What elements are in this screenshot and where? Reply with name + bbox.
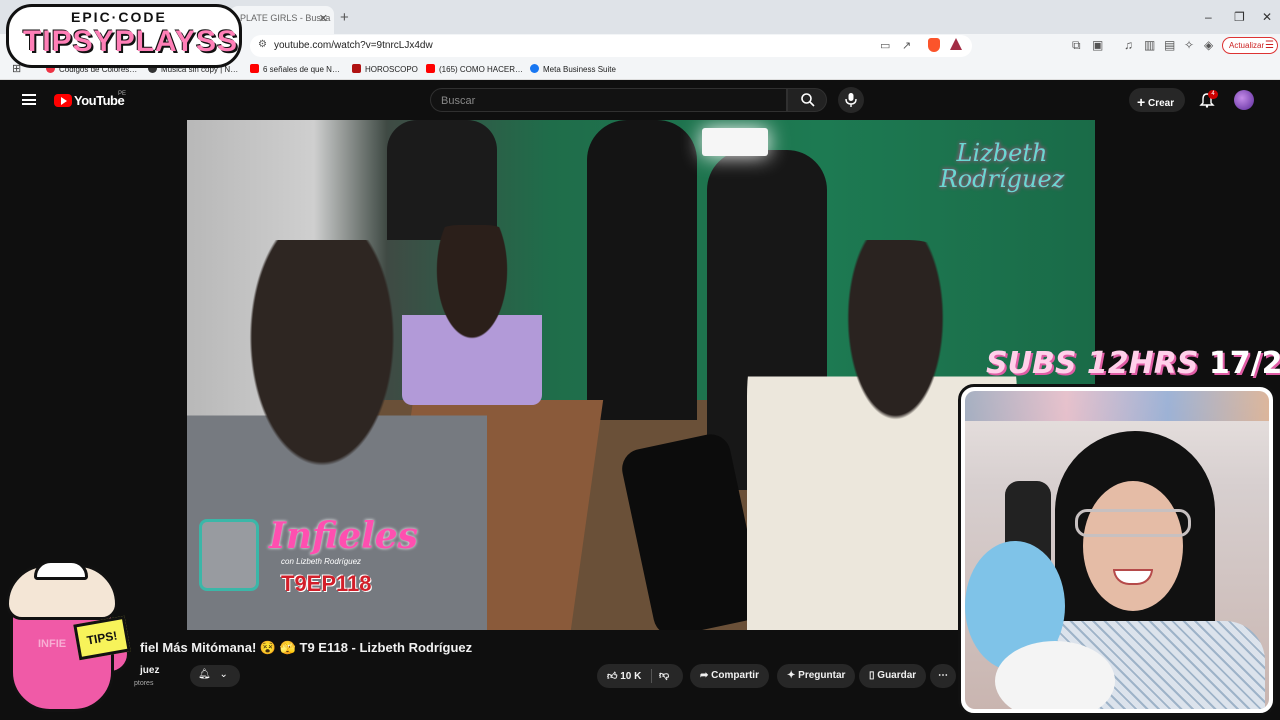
sub-goal-label: SUBS 12HRS bbox=[986, 346, 1199, 381]
notification-badge: 4 bbox=[1208, 90, 1218, 99]
meta-icon bbox=[530, 64, 539, 73]
search-input[interactable]: Buscar bbox=[430, 88, 787, 112]
bookmark-item[interactable]: 6 señales de que N… bbox=[250, 64, 340, 74]
video-brand-watermark: Lizbeth Rodríguez bbox=[939, 139, 1065, 193]
show-title: Infieles bbox=[269, 515, 418, 557]
create-label: Crear bbox=[1147, 98, 1175, 109]
share-label: Compartir bbox=[711, 670, 759, 681]
site-settings-icon[interactable]: ⚙ bbox=[258, 39, 267, 50]
share-icon[interactable]: ↗ bbox=[902, 39, 911, 52]
streamer-logo-top: EPIC·CODE bbox=[71, 9, 167, 25]
vpn-icon[interactable]: ◈ bbox=[1204, 38, 1213, 52]
dislike-button[interactable]: 👎︎ bbox=[659, 669, 669, 681]
play-icon bbox=[61, 97, 67, 105]
video-title: fiel Más Mitómana! 😵 🫣 T9 E118 - Lizbeth… bbox=[140, 640, 473, 655]
url-box[interactable]: ⚙ youtube.com/watch?v=9tnrcLJx4dw ▭ ↗ bbox=[250, 35, 972, 57]
subscription-bell-button[interactable]: 🔔︎ ⌄ bbox=[190, 665, 240, 687]
like-dislike-group: 👍︎ 10 K 👎︎ bbox=[597, 664, 683, 688]
mascot-cat-ears bbox=[34, 560, 88, 580]
wallet-icon[interactable]: ▣ bbox=[1092, 38, 1103, 52]
update-button[interactable]: Actualizar ☰ bbox=[1222, 37, 1278, 54]
youtube-header: YouTube PE Buscar + Crear 4 bbox=[0, 82, 1280, 118]
youtube-icon bbox=[426, 64, 435, 73]
wallet2-icon[interactable]: ▤ bbox=[1164, 38, 1175, 52]
phone-magnifier-icon bbox=[199, 519, 259, 591]
browser-tab[interactable]: PLATE GIRLS - Busca ✕ bbox=[230, 6, 334, 34]
music-icon[interactable]: ♫ bbox=[1124, 38, 1133, 52]
channel-subscribers: ptores bbox=[134, 680, 154, 687]
video-scene-crew bbox=[387, 120, 497, 240]
search-button[interactable] bbox=[787, 88, 827, 112]
more-actions-button[interactable]: ⋯ bbox=[930, 664, 956, 688]
tab-title: PLATE GIRLS - Busca bbox=[240, 13, 331, 23]
menu-icon: ☰ bbox=[1265, 40, 1274, 51]
tab-close-icon[interactable]: ✕ bbox=[319, 12, 328, 25]
save-button[interactable]: ▯ Guardar bbox=[859, 664, 927, 688]
webcam-person-glasses bbox=[1075, 509, 1191, 537]
ask-button[interactable]: ✦ Preguntar bbox=[777, 664, 856, 688]
new-tab-icon[interactable]: + bbox=[340, 9, 349, 26]
video-scene-light bbox=[702, 128, 768, 156]
show-logo: Infieles con Lizbeth Rodríguez T9EP118 bbox=[199, 515, 418, 610]
update-label: Actualizar bbox=[1229, 41, 1265, 50]
webcam-person-face bbox=[1083, 481, 1183, 611]
chevron-down-icon: ⌄ bbox=[219, 669, 228, 680]
channel-name[interactable]: juez bbox=[140, 665, 159, 676]
bookmark-icon bbox=[352, 64, 361, 73]
bookmark-item[interactable]: Meta Business Suite bbox=[530, 64, 616, 74]
sub-goal-count: 17/25 bbox=[1208, 346, 1280, 381]
url-text[interactable]: youtube.com/watch?v=9tnrcLJx4dw bbox=[274, 40, 433, 51]
like-count: 10 K bbox=[620, 671, 642, 682]
create-button[interactable]: + Crear bbox=[1129, 88, 1185, 112]
bell-icon: 🔔︎ bbox=[198, 669, 211, 680]
bookmark-item[interactable]: (165) COMO HACER… bbox=[426, 64, 523, 74]
bookmark-icon: ▯ bbox=[869, 670, 875, 681]
youtube-icon bbox=[250, 64, 259, 73]
rewards-icon[interactable] bbox=[950, 38, 962, 50]
sub-goal-counter: SUBS 12HRS 17/25 bbox=[986, 346, 1280, 381]
webcam-shelf bbox=[965, 391, 1269, 421]
webcam-feed bbox=[965, 391, 1269, 709]
close-window-icon[interactable]: ✕ bbox=[1262, 10, 1272, 24]
thumbs-up-icon: 👍︎ bbox=[607, 671, 618, 682]
cast-icon[interactable]: ▭ bbox=[880, 39, 890, 52]
avatar[interactable] bbox=[1234, 90, 1254, 110]
video-scene-crew bbox=[587, 120, 697, 420]
streamer-logo: EPIC·CODE TIPSYPLAYSS bbox=[6, 4, 242, 68]
save-label: Guardar bbox=[877, 670, 917, 681]
youtube-logo-text[interactable]: YouTube bbox=[74, 93, 125, 108]
extensions-icon[interactable]: ⧉ bbox=[1072, 38, 1081, 53]
show-subtitle: con Lizbeth Rodríguez bbox=[281, 557, 362, 566]
region-code: PE bbox=[118, 91, 127, 97]
search-placeholder: Buscar bbox=[441, 95, 476, 107]
minimize-icon[interactable]: – bbox=[1205, 10, 1212, 24]
sidebar-icon[interactable]: ▥ bbox=[1144, 38, 1155, 52]
plus-icon: + bbox=[1137, 94, 1146, 110]
episode-badge: T9EP118 bbox=[281, 571, 372, 596]
microphone-icon bbox=[845, 93, 857, 107]
like-button[interactable]: 👍︎ 10 K bbox=[607, 671, 641, 682]
search-icon bbox=[801, 93, 815, 107]
streamer-logo-main: TIPSYPLAYSS bbox=[23, 25, 238, 58]
share-arrow-icon: ➦ bbox=[700, 670, 709, 681]
mascot-hidden-text: INFIE bbox=[38, 638, 67, 650]
menu-icon[interactable] bbox=[22, 94, 36, 105]
divider bbox=[651, 669, 652, 683]
sparkle-icon: ✦ bbox=[787, 670, 796, 681]
ask-label: Preguntar bbox=[798, 670, 846, 681]
webcam-frame bbox=[958, 384, 1276, 716]
voice-search-button[interactable] bbox=[838, 87, 864, 113]
share-button[interactable]: ➦ Compartir bbox=[690, 664, 769, 688]
bookmark-item[interactable]: HOROSCOPO bbox=[352, 64, 418, 74]
mascot-cup-overlay: INFIE TIPS! bbox=[4, 560, 134, 716]
more-icon: ⋯ bbox=[938, 670, 948, 681]
restore-icon[interactable]: ❐ bbox=[1234, 10, 1245, 24]
leo-icon[interactable]: ✧ bbox=[1184, 38, 1194, 52]
thumbs-down-icon: 👎︎ bbox=[659, 670, 670, 681]
brave-shield-icon[interactable] bbox=[928, 38, 940, 52]
